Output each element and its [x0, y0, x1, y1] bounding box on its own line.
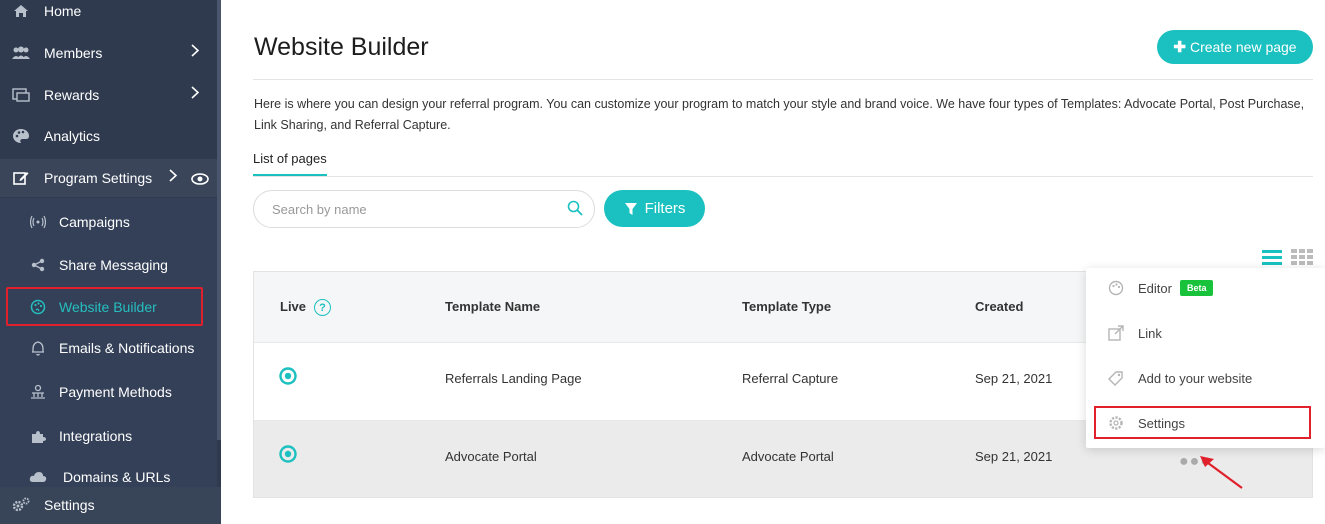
template-name: Advocate Portal — [445, 449, 537, 464]
sidebar-item-integrations[interactable]: Integrations — [0, 417, 217, 455]
sidebar-item-label: Payment Methods — [59, 384, 172, 400]
column-header-live: Live? — [280, 299, 332, 317]
divider — [253, 176, 1313, 177]
bell-icon — [27, 339, 49, 357]
external-link-icon — [1106, 325, 1126, 341]
sidebar-item-analytics[interactable]: Analytics — [0, 117, 217, 155]
share-icon — [27, 256, 49, 274]
rewards-icon — [10, 86, 32, 104]
sidebar-item-rewards[interactable]: Rewards — [0, 76, 217, 114]
chevron-right-icon — [191, 86, 200, 104]
chevron-right-icon — [169, 169, 178, 187]
search-icon[interactable] — [567, 200, 583, 221]
sidebar-item-label: Domains & URLs — [63, 469, 171, 485]
template-name: Referrals Landing Page — [445, 371, 582, 386]
sidebar-item-emails-notifications[interactable]: Emails & Notifications — [0, 329, 217, 367]
search-input[interactable] — [253, 190, 595, 228]
cloud-icon — [27, 468, 49, 486]
menu-item-label: Add to your website — [1138, 370, 1253, 386]
column-header-created: Created — [975, 299, 1024, 314]
sidebar-item-label: Members — [44, 45, 103, 61]
template-type: Referral Capture — [742, 371, 839, 386]
annotation-arrow-icon — [1200, 456, 1243, 489]
sidebar-item-label: Program Settings — [44, 170, 153, 186]
sidebar-item-label: Analytics — [44, 128, 101, 144]
divider — [253, 79, 1313, 80]
plus-icon: ✚ — [1173, 39, 1186, 56]
sidebar-item-label: Emails & Notifications — [59, 340, 195, 356]
highlight-box — [6, 287, 203, 326]
edit-icon — [10, 169, 32, 187]
palette-icon — [10, 127, 32, 145]
sidebar-item-program-settings[interactable]: Program Settings — [0, 159, 217, 197]
broadcast-icon — [27, 213, 49, 231]
sidebar-item-members[interactable]: Members — [0, 34, 217, 72]
home-icon — [10, 2, 32, 20]
sidebar-item-share-messaging[interactable]: Share Messaging — [0, 246, 217, 284]
menu-item-label: Editor — [1138, 280, 1172, 296]
chevron-right-icon — [191, 44, 200, 62]
puzzle-icon — [27, 427, 49, 445]
create-new-page-label: Create new page — [1189, 39, 1297, 55]
menu-item-editor[interactable]: Editor Beta — [1086, 268, 1325, 308]
menu-item-label: Link — [1138, 325, 1162, 341]
sidebar-item-label: Rewards — [44, 87, 100, 103]
created-date: Sep 21, 2021 — [975, 371, 1053, 386]
sidebar-item-payment-methods[interactable]: Payment Methods — [0, 373, 217, 411]
row-actions-menu: Editor Beta Link Add to your website Set… — [1086, 268, 1325, 448]
created-date: Sep 21, 2021 — [975, 449, 1053, 464]
create-new-page-button[interactable]: ✚ Create new page — [1157, 30, 1313, 64]
help-icon[interactable]: ? — [314, 299, 332, 317]
tab-list-of-pages[interactable]: List of pages — [253, 151, 327, 176]
tag-icon — [1106, 370, 1126, 386]
sidebar-item-label: Campaigns — [59, 214, 130, 230]
users-icon — [10, 44, 32, 62]
sidebar-item-label: Settings — [44, 497, 95, 513]
sidebar: Home Members Rewards Analytics Program S… — [0, 0, 221, 524]
filter-icon — [624, 202, 637, 215]
page-title: Website Builder — [254, 33, 429, 61]
live-radio-icon[interactable] — [279, 367, 297, 390]
sidebar-item-label: Home — [44, 3, 82, 19]
eye-icon[interactable] — [191, 169, 209, 194]
page-description: Here is where you can design your referr… — [254, 97, 1305, 132]
template-type: Advocate Portal — [742, 449, 834, 464]
filters-button[interactable]: Filters — [604, 190, 705, 227]
palette-icon — [1106, 280, 1126, 296]
menu-item-link[interactable]: Link — [1086, 313, 1325, 353]
column-header-template-type: Template Type — [742, 299, 832, 314]
beta-badge: Beta — [1179, 280, 1214, 296]
gears-icon — [10, 496, 32, 514]
column-label: Live — [280, 299, 307, 314]
menu-item-add-to-website[interactable]: Add to your website — [1086, 358, 1325, 398]
live-radio-icon[interactable] — [279, 445, 297, 468]
sidebar-item-campaigns[interactable]: Campaigns — [0, 203, 217, 241]
sidebar-item-label: Share Messaging — [59, 257, 168, 273]
sidebar-item-settings[interactable]: Settings — [0, 486, 221, 524]
sidebar-item-label: Integrations — [59, 428, 133, 444]
main-content: Website Builder ✚ Create new page Here i… — [221, 0, 1325, 524]
sidebar-item-home[interactable]: Home — [0, 0, 217, 30]
highlight-box — [1094, 406, 1311, 439]
payment-icon — [27, 383, 49, 401]
column-header-template-name: Template Name — [445, 299, 541, 314]
filters-label: Filters — [644, 200, 686, 217]
